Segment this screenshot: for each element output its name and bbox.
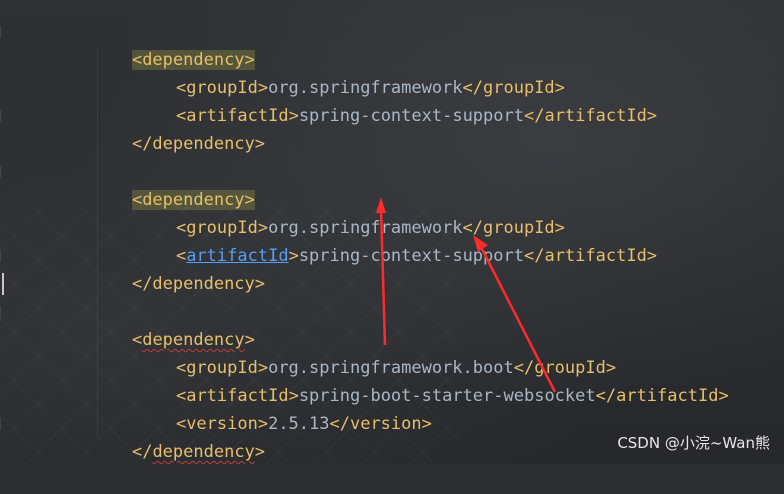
arrow-line xyxy=(479,246,557,393)
annotation-arrows xyxy=(376,197,557,393)
watermark: CSDN @小浣~Wan熊 xyxy=(617,434,770,452)
arrow-head-icon xyxy=(473,235,488,252)
arrow-line xyxy=(379,208,387,346)
